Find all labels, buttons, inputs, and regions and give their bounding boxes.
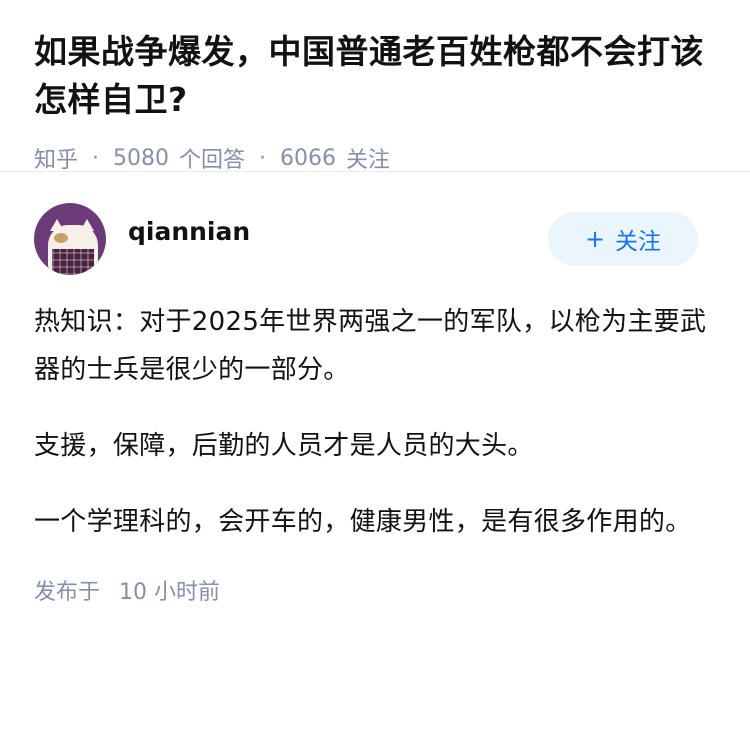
avatar[interactable]: [34, 203, 106, 275]
follower-count: 6066: [280, 145, 337, 171]
answer-body: 热知识：对于2025年世界两强之一的军队，以枪为主要武器的士兵是很少的一部分。 …: [34, 298, 716, 546]
answer-count-label: 个回答: [179, 148, 246, 173]
answer-footer: 发布于 10 小时前: [34, 574, 716, 606]
avatar-cat-patch: [54, 233, 68, 243]
question-title[interactable]: 如果战争爆发，中国普通老百姓枪都不会打该怎样自卫?: [34, 28, 716, 124]
follow-button[interactable]: + 关注: [548, 212, 698, 266]
meta-separator: ·: [259, 145, 267, 171]
question-header: 如果战争爆发，中国普通老百姓枪都不会打该怎样自卫? 知乎 · 5080 个回答 …: [0, 0, 750, 174]
author-name[interactable]: qiannian: [128, 217, 250, 246]
source-label[interactable]: 知乎: [34, 142, 78, 174]
answer-count: 5080: [113, 145, 170, 171]
plus-icon: +: [584, 225, 606, 253]
author-row: qiannian + 关注: [34, 202, 716, 276]
question-meta: 知乎 · 5080 个回答 · 6066 关注: [34, 142, 716, 174]
follower-count-label: 关注: [346, 148, 391, 173]
meta-separator: ·: [92, 145, 100, 171]
answer-paragraph: 支援，保障，后勤的人员才是人员的大头。: [34, 431, 534, 461]
answer-card: qiannian + 关注 热知识：对于2025年世界两强之一的军队，以枪为主要…: [0, 172, 750, 606]
avatar-cat-shirt: [52, 249, 94, 275]
published-time[interactable]: 10 小时前: [119, 580, 220, 605]
published-label: 发布于: [34, 580, 101, 605]
answer-paragraph: 热知识：对于2025年世界两强之一的军队，以枪为主要武器的士兵是很少的一部分。: [34, 307, 707, 385]
answer-paragraph: 一个学理科的，会开车的，健康男性，是有很多作用的。: [34, 507, 692, 537]
follow-button-label: 关注: [615, 229, 662, 255]
